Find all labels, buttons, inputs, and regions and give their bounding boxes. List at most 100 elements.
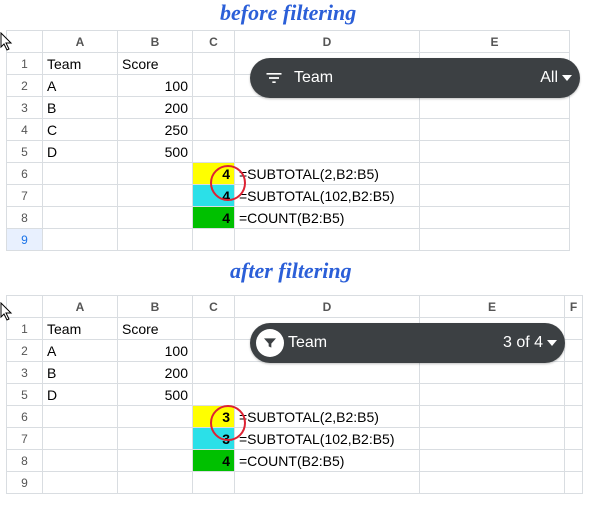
result-cell[interactable]: 4 [193, 207, 235, 229]
cell[interactable] [420, 97, 570, 119]
cell[interactable] [193, 384, 235, 406]
cell[interactable] [193, 362, 235, 384]
col-header[interactable]: E [420, 31, 570, 53]
col-header[interactable]: D [235, 296, 420, 318]
cell[interactable] [118, 406, 193, 428]
cell[interactable] [118, 229, 193, 251]
cell[interactable] [420, 384, 565, 406]
result-cell[interactable]: 3 [193, 406, 235, 428]
col-header[interactable]: B [118, 31, 193, 53]
row-header[interactable]: 8 [7, 207, 43, 229]
row-header[interactable]: 5 [7, 141, 43, 163]
col-header[interactable]: A [43, 31, 118, 53]
row-header[interactable]: 6 [7, 163, 43, 185]
slicer-chip-before[interactable]: Team All [250, 58, 580, 98]
cell[interactable] [565, 318, 583, 340]
cell[interactable] [420, 141, 570, 163]
cell[interactable] [420, 229, 570, 251]
col-header[interactable]: C [193, 31, 235, 53]
cell[interactable]: 200 [118, 362, 193, 384]
slicer-value[interactable]: 3 of 4 [503, 334, 557, 352]
cell[interactable] [43, 450, 118, 472]
cell[interactable] [43, 207, 118, 229]
cell[interactable]: 100 [118, 75, 193, 97]
cell[interactable] [420, 472, 565, 494]
result-cell[interactable]: 3 [193, 428, 235, 450]
cell[interactable] [235, 384, 420, 406]
cell[interactable] [420, 207, 570, 229]
cell[interactable] [43, 406, 118, 428]
cell[interactable] [43, 163, 118, 185]
cell[interactable] [43, 185, 118, 207]
cell[interactable]: 500 [118, 384, 193, 406]
cell[interactable] [193, 119, 235, 141]
cell[interactable] [565, 472, 583, 494]
cell[interactable] [193, 53, 235, 75]
col-header[interactable]: B [118, 296, 193, 318]
formula-cell[interactable]: =SUBTOTAL(2,B2:B5) [235, 406, 420, 428]
cell[interactable] [193, 472, 235, 494]
cell[interactable] [193, 141, 235, 163]
cell[interactable] [118, 207, 193, 229]
row-header-selected[interactable]: 9 [7, 229, 43, 251]
cell[interactable] [235, 229, 420, 251]
cell[interactable] [43, 472, 118, 494]
cell[interactable]: Score [118, 318, 193, 340]
cell[interactable]: Score [118, 53, 193, 75]
cell[interactable] [565, 406, 583, 428]
formula-cell[interactable]: =COUNT(B2:B5) [235, 450, 420, 472]
cell[interactable] [193, 318, 235, 340]
result-cell[interactable]: 4 [193, 185, 235, 207]
cell[interactable] [235, 119, 420, 141]
col-header[interactable]: A [43, 296, 118, 318]
cell[interactable] [565, 384, 583, 406]
col-header[interactable]: F [565, 296, 583, 318]
cell[interactable] [235, 472, 420, 494]
cell[interactable] [420, 428, 565, 450]
slicer-chip-after[interactable]: Team 3 of 4 [250, 323, 565, 363]
cell[interactable]: A [43, 75, 118, 97]
cell[interactable] [235, 97, 420, 119]
row-header[interactable]: 7 [7, 428, 43, 450]
cell[interactable] [565, 450, 583, 472]
cell[interactable]: Team [43, 318, 118, 340]
formula-cell[interactable]: =SUBTOTAL(102,B2:B5) [235, 185, 420, 207]
row-header[interactable]: 3 [7, 362, 43, 384]
cell[interactable] [43, 229, 118, 251]
cell[interactable]: D [43, 141, 118, 163]
row-header[interactable]: 6 [7, 406, 43, 428]
cell[interactable]: 500 [118, 141, 193, 163]
row-header[interactable]: 4 [7, 119, 43, 141]
cell[interactable] [420, 362, 565, 384]
cell[interactable] [420, 119, 570, 141]
col-header[interactable]: C [193, 296, 235, 318]
formula-cell[interactable]: =SUBTOTAL(102,B2:B5) [235, 428, 420, 450]
row-header[interactable]: 2 [7, 340, 43, 362]
cell[interactable] [420, 163, 570, 185]
formula-cell[interactable]: =SUBTOTAL(2,B2:B5) [235, 163, 420, 185]
cell[interactable]: Team [43, 53, 118, 75]
cell[interactable] [118, 472, 193, 494]
cell[interactable]: 100 [118, 340, 193, 362]
cell[interactable] [193, 229, 235, 251]
cell[interactable] [565, 428, 583, 450]
row-header[interactable]: 7 [7, 185, 43, 207]
row-header[interactable]: 3 [7, 97, 43, 119]
cell[interactable] [118, 185, 193, 207]
cell[interactable] [118, 163, 193, 185]
cell[interactable] [193, 97, 235, 119]
cell[interactable] [420, 185, 570, 207]
result-cell[interactable]: 4 [193, 163, 235, 185]
cell[interactable] [193, 340, 235, 362]
cell[interactable]: C [43, 119, 118, 141]
cell[interactable] [565, 340, 583, 362]
cell[interactable] [420, 406, 565, 428]
cell[interactable] [193, 75, 235, 97]
cell[interactable] [43, 428, 118, 450]
cell[interactable]: B [43, 362, 118, 384]
col-header[interactable]: D [235, 31, 420, 53]
row-header[interactable]: 5 [7, 384, 43, 406]
result-cell[interactable]: 4 [193, 450, 235, 472]
cell[interactable] [565, 362, 583, 384]
cell[interactable] [235, 362, 420, 384]
